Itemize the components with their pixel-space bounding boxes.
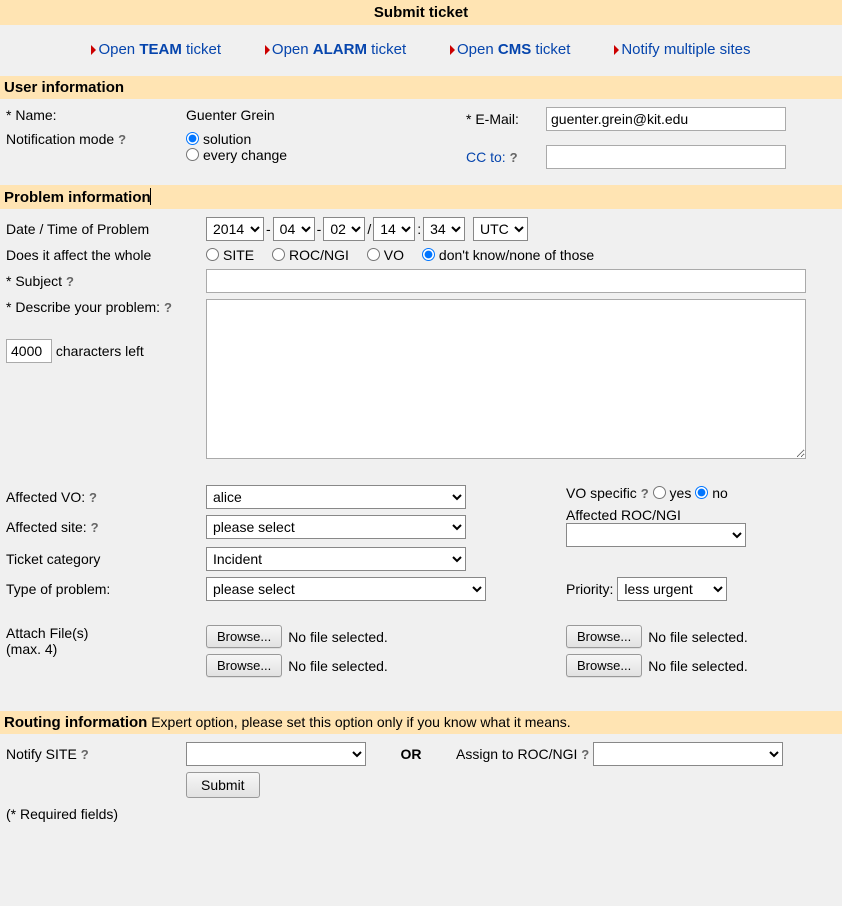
assign-roc-label: Assign to ROC/NGI <box>456 746 577 762</box>
file-status-1: No file selected. <box>288 629 388 645</box>
or-label: OR <box>366 746 456 762</box>
datetime-label: Date / Time of Problem <box>6 221 206 237</box>
vo-specific-yes-radio[interactable] <box>653 486 666 499</box>
cc-to-link[interactable]: CC to: <box>466 149 506 165</box>
affects-none-option[interactable]: don't know/none of those <box>422 247 594 263</box>
submit-button[interactable]: Submit <box>186 772 260 798</box>
help-icon[interactable]: ? <box>89 490 97 505</box>
name-label: * Name: <box>6 107 186 123</box>
cc-field[interactable] <box>546 145 786 169</box>
day-select[interactable]: 02 <box>323 217 365 241</box>
ticket-category-select[interactable]: Incident <box>206 547 466 571</box>
arrow-icon <box>91 45 96 55</box>
section-problem-info: Problem information <box>0 185 842 209</box>
assign-roc-select[interactable] <box>593 742 783 766</box>
browse-button-1[interactable]: Browse... <box>206 625 282 648</box>
vo-specific-no-radio[interactable] <box>695 486 708 499</box>
tz-select[interactable]: UTC <box>473 217 528 241</box>
nav-links: Open TEAM ticket Open ALARM ticket Open … <box>0 25 842 74</box>
notification-mode-label: Notification mode <box>6 131 114 147</box>
help-icon[interactable]: ? <box>118 132 126 147</box>
open-cms-ticket-link[interactable]: Open CMS ticket <box>450 41 570 58</box>
describe-textarea[interactable] <box>206 299 806 459</box>
subject-field[interactable] <box>206 269 806 293</box>
browse-button-3[interactable]: Browse... <box>566 625 642 648</box>
affects-label: Does it affect the whole <box>6 247 206 263</box>
help-icon[interactable]: ? <box>510 150 518 165</box>
help-icon[interactable]: ? <box>641 486 649 501</box>
type-of-problem-select[interactable]: please select <box>206 577 486 601</box>
email-field[interactable] <box>546 107 786 131</box>
help-icon[interactable]: ? <box>581 747 589 762</box>
text-cursor <box>150 188 151 205</box>
name-value: Guenter Grein <box>186 107 466 123</box>
affected-roc-label: Affected ROC/NGI <box>566 507 836 523</box>
arrow-icon <box>450 45 455 55</box>
notify-site-select[interactable] <box>186 742 366 766</box>
attach-files-sub: (max. 4) <box>6 641 206 657</box>
notif-solution-option[interactable]: solution <box>186 131 251 147</box>
affected-roc-select[interactable] <box>566 523 746 547</box>
charcount-field <box>6 339 52 363</box>
affects-none-radio[interactable] <box>422 248 435 261</box>
file-status-3: No file selected. <box>648 629 748 645</box>
describe-label: * Describe your problem: <box>6 299 160 315</box>
page-title: Submit ticket <box>0 0 842 25</box>
affects-roc-option[interactable]: ROC/NGI <box>272 247 349 263</box>
month-select[interactable]: 04 <box>273 217 315 241</box>
help-icon[interactable]: ? <box>91 520 99 535</box>
affects-site-radio[interactable] <box>206 248 219 261</box>
vo-specific-label: VO specific <box>566 485 637 501</box>
notif-solution-radio[interactable] <box>186 132 199 145</box>
affected-vo-select[interactable]: alice <box>206 485 466 509</box>
type-of-problem-label: Type of problem: <box>6 581 206 597</box>
affects-vo-option[interactable]: VO <box>367 247 404 263</box>
year-select[interactable]: 2014 <box>206 217 264 241</box>
arrow-icon <box>614 45 619 55</box>
attach-files-label: Attach File(s) <box>6 625 206 641</box>
help-icon[interactable]: ? <box>164 300 172 315</box>
notify-multiple-sites-link[interactable]: Notify multiple sites <box>614 41 750 58</box>
charcount-suffix: characters left <box>56 343 144 359</box>
hour-select[interactable]: 14 <box>373 217 415 241</box>
minute-select[interactable]: 34 <box>423 217 465 241</box>
ticket-category-label: Ticket category <box>6 551 206 567</box>
help-icon[interactable]: ? <box>81 747 89 762</box>
affects-vo-radio[interactable] <box>367 248 380 261</box>
file-status-4: No file selected. <box>648 658 748 674</box>
affects-site-option[interactable]: SITE <box>206 247 254 263</box>
required-fields-note: (* Required fields) <box>6 806 836 822</box>
help-icon[interactable]: ? <box>66 274 74 289</box>
notify-site-label: Notify SITE <box>6 746 77 762</box>
browse-button-4[interactable]: Browse... <box>566 654 642 677</box>
section-routing-info: Routing information Expert option, pleas… <box>0 711 842 734</box>
arrow-icon <box>265 45 270 55</box>
affected-vo-label: Affected VO: <box>6 489 85 505</box>
open-alarm-ticket-link[interactable]: Open ALARM ticket <box>265 41 406 58</box>
subject-label: * Subject <box>6 273 62 289</box>
affected-site-select[interactable]: please select <box>206 515 466 539</box>
file-status-2: No file selected. <box>288 658 388 674</box>
affects-roc-radio[interactable] <box>272 248 285 261</box>
open-team-ticket-link[interactable]: Open TEAM ticket <box>91 41 221 58</box>
affected-site-label: Affected site: <box>6 519 87 535</box>
priority-label: Priority: <box>566 581 613 597</box>
email-label: * E-Mail: <box>466 111 546 127</box>
vo-specific-no-option[interactable]: no <box>695 485 728 501</box>
section-user-info: User information <box>0 76 842 99</box>
notif-every-radio[interactable] <box>186 148 199 161</box>
vo-specific-yes-option[interactable]: yes <box>653 485 692 501</box>
priority-select[interactable]: less urgent <box>617 577 727 601</box>
notif-every-option[interactable]: every change <box>186 147 287 163</box>
browse-button-2[interactable]: Browse... <box>206 654 282 677</box>
